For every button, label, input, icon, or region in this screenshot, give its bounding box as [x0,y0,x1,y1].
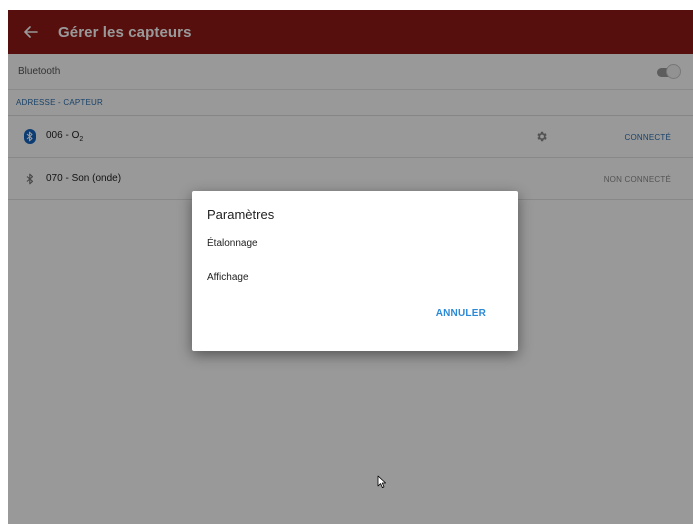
dialog-title: Paramètres [207,207,275,222]
cancel-button[interactable]: ANNULER [436,308,486,319]
option-calibration[interactable]: Étalonnage [207,238,258,249]
mouse-pointer-icon [377,475,386,488]
option-display[interactable]: Affichage [207,272,249,283]
app-screen: Gérer les capteurs Bluetooth ADRESSE - C… [8,10,693,524]
settings-dialog: Paramètres Étalonnage Affichage ANNULER [192,191,518,351]
